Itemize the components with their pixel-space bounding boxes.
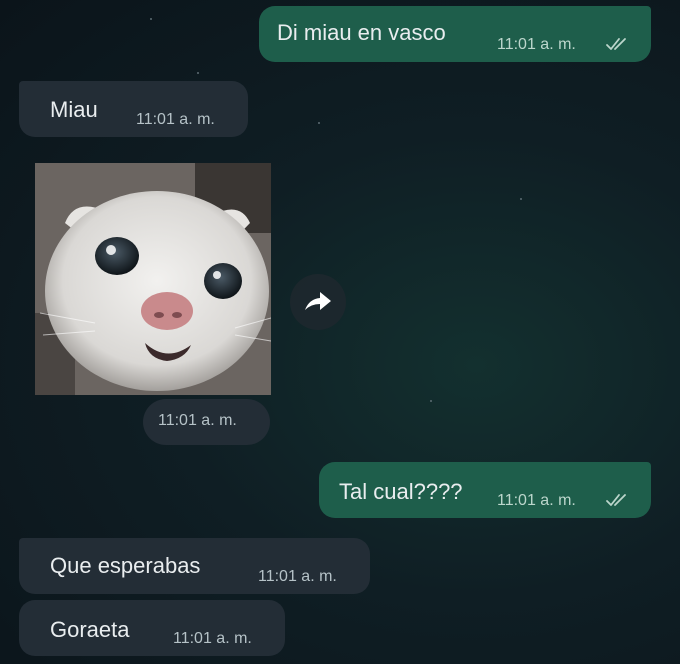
sticker-timestamp-pill: 11:01 a. m. xyxy=(143,399,270,445)
double-check-icon xyxy=(606,494,626,506)
message-bubble-outgoing[interactable]: Tal cual???? 11:01 a. m. xyxy=(319,462,651,518)
message-text: Tal cual???? xyxy=(339,479,463,504)
message-text: Di miau en vasco xyxy=(277,20,446,45)
message-timestamp: 11:01 a. m. xyxy=(258,568,337,585)
white-cat-sticker[interactable] xyxy=(35,163,271,395)
message-timestamp: 11:01 a. m. xyxy=(173,630,252,647)
message-timestamp: 11:01 a. m. xyxy=(136,111,215,128)
background-star xyxy=(197,72,199,74)
forward-button[interactable] xyxy=(290,274,346,330)
message-text: Miau xyxy=(50,97,98,122)
message-bubble-incoming[interactable]: Que esperabas 11:01 a. m. xyxy=(19,538,370,594)
background-star xyxy=(430,400,432,402)
message-bubble-incoming[interactable]: Miau 11:01 a. m. xyxy=(19,81,248,137)
message-timestamp: 11:01 a. m. xyxy=(158,412,237,429)
double-check-icon xyxy=(606,38,626,50)
background-star xyxy=(150,18,152,20)
message-bubble-incoming[interactable]: Goraeta 11:01 a. m. xyxy=(19,600,285,656)
message-timestamp: 11:01 a. m. xyxy=(497,492,576,509)
message-timestamp: 11:01 a. m. xyxy=(497,36,576,53)
message-bubble-outgoing[interactable]: Di miau en vasco 11:01 a. m. xyxy=(259,6,651,62)
background-star xyxy=(520,198,522,200)
background-star xyxy=(318,122,320,124)
message-text: Que esperabas xyxy=(50,553,201,578)
message-text: Goraeta xyxy=(50,617,130,642)
forward-arrow-icon xyxy=(305,292,331,310)
